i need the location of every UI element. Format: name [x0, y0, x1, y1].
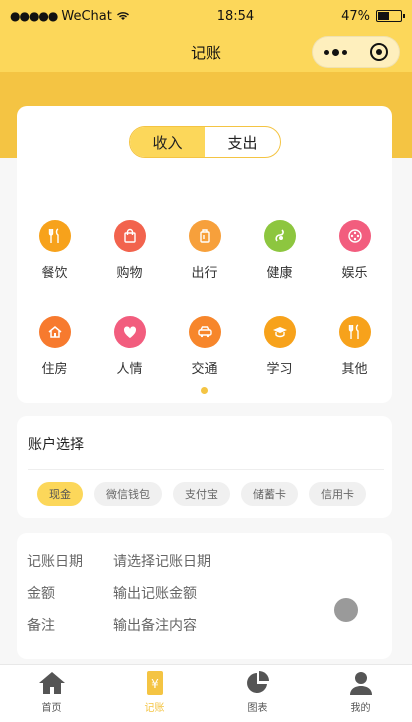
category-label: 其他 [341, 362, 368, 377]
page-title: 记账 [190, 43, 221, 62]
expense-tab[interactable]: 支出 [205, 127, 280, 157]
tab-label: 首页 [41, 703, 62, 714]
category-shopping[interactable]: 购物 [92, 220, 167, 316]
category-transport[interactable]: 交通 [167, 316, 242, 412]
tab-bookkeeping[interactable]: ¥ 记账 [103, 665, 206, 722]
tab-home[interactable]: 首页 [0, 665, 103, 722]
category-label: 娱乐 [341, 266, 368, 281]
category-label: 餐饮 [41, 266, 68, 281]
category-gifts[interactable]: 人情 [92, 316, 167, 412]
account-chip-cash[interactable]: 现金 [37, 482, 83, 506]
battery-icon [376, 10, 405, 22]
account-card: 账户选择 现金 微信钱包 支付宝 储蓄卡 信用卡 [17, 416, 392, 518]
category-housing[interactable]: 住房 [17, 316, 92, 412]
film-reel-icon [338, 220, 371, 252]
category-other[interactable]: 其他 [317, 316, 392, 412]
more-icon[interactable] [324, 48, 348, 56]
tab-charts[interactable]: 图表 [206, 665, 309, 722]
category-label: 购物 [116, 266, 143, 281]
category-health[interactable]: 健康 [242, 220, 317, 316]
account-chip-credit[interactable]: 信用卡 [309, 482, 366, 506]
tab-label: 我的 [350, 703, 371, 714]
income-tab[interactable]: 收入 [130, 127, 205, 157]
tab-profile[interactable]: 我的 [309, 665, 412, 722]
pie-chart-icon [243, 669, 273, 697]
category-grid: 餐饮 购物 出行 健康 娱乐 住房 人情 交通 学习 其他 [17, 220, 392, 412]
house-icon [38, 316, 71, 348]
category-row: 住房 人情 交通 学习 其他 [17, 316, 392, 412]
category-label: 出行 [191, 266, 218, 281]
status-right: 47% [341, 8, 405, 24]
battery-percent: 47% [341, 8, 370, 24]
account-chip-alipay[interactable]: 支付宝 [173, 482, 230, 506]
note-label: 备注 [27, 618, 55, 634]
shopping-bag-icon [113, 220, 146, 252]
amount-label: 金额 [27, 586, 55, 602]
health-icon [263, 220, 296, 252]
account-chip-wechat[interactable]: 微信钱包 [94, 482, 162, 506]
carrier-label: WeChat [61, 8, 112, 24]
date-label: 记账日期 [27, 554, 83, 570]
mini-program-capsule [312, 36, 400, 68]
category-label: 住房 [41, 362, 68, 377]
clock: 18:54 [216, 8, 255, 24]
category-label: 学习 [266, 362, 293, 377]
page-indicator-dot [201, 387, 208, 394]
tab-label: 记账 [144, 703, 165, 714]
category-label: 健康 [266, 266, 293, 281]
car-icon [188, 316, 221, 348]
status-left: ●●●●● WeChat [10, 9, 130, 24]
heart-icon [113, 316, 146, 348]
category-study[interactable]: 学习 [242, 316, 317, 412]
nav-bar: 记账 [0, 32, 412, 72]
note-row: 备注 输出备注内容 [27, 615, 197, 635]
account-title: 账户选择 [28, 437, 84, 453]
floating-submit-button[interactable] [334, 598, 358, 622]
category-entertainment[interactable]: 娱乐 [317, 220, 392, 316]
category-travel[interactable]: 出行 [167, 220, 242, 316]
user-icon [346, 669, 376, 697]
tab-label: 图表 [247, 703, 268, 714]
bookkeeping-icon: ¥ [140, 669, 170, 697]
date-row: 记账日期 请选择记账日期 [27, 551, 211, 571]
divider [28, 469, 384, 470]
signal-icon: ●●●●● [10, 9, 58, 23]
form-card: 记账日期 请选择记账日期 金额 输出记账金额 备注 输出备注内容 [17, 533, 392, 659]
wifi-icon [116, 12, 129, 20]
category-dining[interactable]: 餐饮 [17, 220, 92, 316]
close-target-icon[interactable] [369, 43, 388, 61]
account-chip-savings[interactable]: 储蓄卡 [241, 482, 298, 506]
date-picker[interactable]: 请选择记账日期 [113, 551, 211, 571]
utensils-icon [38, 220, 71, 252]
graduation-cap-icon [263, 316, 296, 348]
category-row: 餐饮 购物 出行 健康 娱乐 [17, 220, 392, 316]
note-input[interactable]: 输出备注内容 [113, 615, 197, 635]
home-icon [37, 669, 67, 697]
category-label: 人情 [116, 362, 143, 377]
account-chips: 现金 微信钱包 支付宝 储蓄卡 信用卡 [37, 482, 366, 506]
utensils-icon [338, 316, 371, 348]
status-bar: ●●●●● WeChat 18:54 47% [0, 0, 412, 32]
svg-text:¥: ¥ [151, 677, 159, 691]
amount-input[interactable]: 输出记账金额 [113, 583, 197, 603]
luggage-icon [188, 220, 221, 252]
income-expense-toggle: 收入 支出 [129, 126, 281, 158]
category-label: 交通 [191, 362, 218, 377]
category-card: 收入 支出 餐饮 购物 出行 健康 娱乐 住房 人情 交通 学习 其他 [17, 106, 392, 403]
tab-bar: 首页 ¥ 记账 图表 我的 [0, 664, 412, 722]
amount-row: 金额 输出记账金额 [27, 583, 197, 603]
